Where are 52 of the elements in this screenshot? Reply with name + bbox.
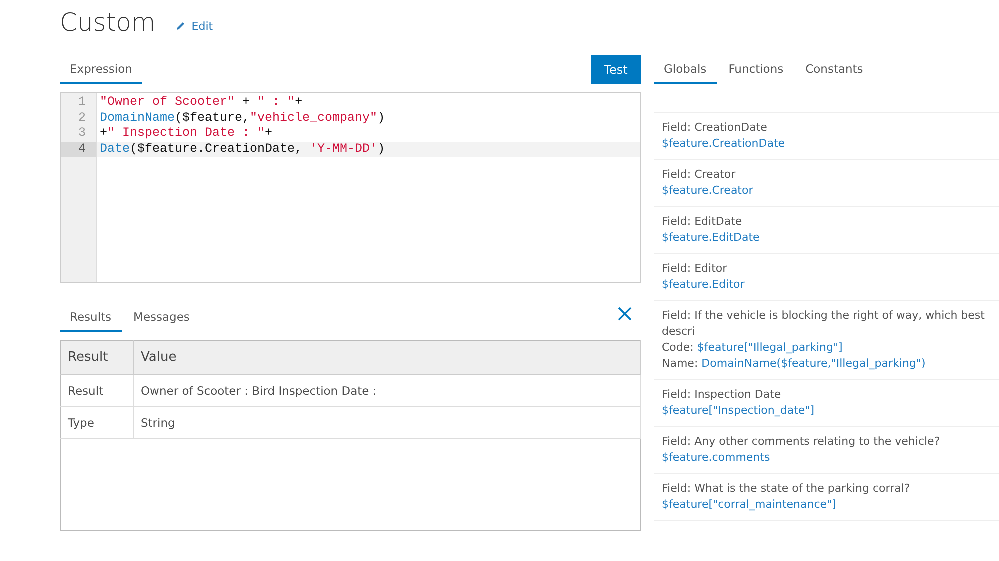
line-number: 2 [77,110,87,126]
tab[interactable]: Constants [796,60,874,84]
global-item[interactable]: Field: Inspection Date $feature["Inspection_date"] [654,380,999,427]
field-label: Field: If the vehicle is blocking the right of way, which best descri [662,308,986,340]
pencil-icon [176,21,186,31]
code-snippet[interactable]: DomainName($feature,"Illegal_parking") [702,357,926,370]
field-label: Field: CreationDate [662,120,768,136]
table-cell: String [134,406,640,438]
line-number: 4 [61,142,96,158]
table-cell: Result [60,374,134,406]
tab[interactable]: Globals [654,60,717,84]
value-label: Code: [662,341,694,354]
edit-link[interactable]: Edit [176,20,214,32]
global-item[interactable]: Field: Creator $feature.Creator [654,160,999,207]
field-label: Field: Any other comments relating to the vehicle? [662,434,942,450]
global-item[interactable]: Field: Any other comments relating to the vehicle? $feature.comments [654,427,999,474]
tab[interactable]: Expression [60,60,142,84]
line-number: 1 [77,95,87,111]
close-icon[interactable] [617,306,633,322]
global-item[interactable]: Field: What is the state of the parking corral? $feature["corral_maintenance"] [654,474,999,521]
table-cell: Type [60,406,134,438]
field-label: Field: EditDate [662,214,744,230]
column-header: Value [134,340,640,374]
global-item[interactable]: Field: CreationDate $feature.CreationDate [654,113,999,160]
code-snippet[interactable]: $feature.Editor [662,278,745,291]
code-snippet[interactable]: $feature.EditDate [662,231,760,244]
code-line: DomainName($feature,"vehicle_company") [99,110,386,126]
code-snippet[interactable]: $feature.comments [662,451,770,464]
code-snippet[interactable]: $feature["Illegal_parking"] [697,341,843,354]
field-label: Field: What is the state of the parking corral? [662,481,912,497]
test-button[interactable]: Test [591,55,641,84]
line-number: 3 [77,126,87,142]
table-cell: Owner of Scooter : Bird Inspection Date : [134,374,640,406]
code-editor[interactable]: 1 2 3 4 "Owner of Scooter" + " : "+ DomainName($feature,"vehicle_company") +" Inspection Date : "+ Date($feature.CreationDate, 'Y-MM-DD') [60,92,641,283]
tab[interactable]: Results [60,308,122,332]
code-snippet[interactable]: $feature.CreationDate [662,137,786,150]
code-snippet[interactable]: $feature.Creator [662,184,754,197]
value-label: Name: [662,357,698,370]
field-label: Field: Editor [662,261,728,277]
field-label: Field: Creator [662,167,737,183]
field-label: Field: Inspection Date [662,387,782,403]
column-header: Result [60,340,134,374]
code-snippet[interactable]: $feature["corral_maintenance"] [662,498,836,511]
global-item[interactable]: Field: Editor $feature.Editor [654,254,999,301]
global-item[interactable]: Field: If the vehicle is blocking the right of way, which best descri Code: $feature["Illegal_parking"] Name: DomainName($feature,"Illegal_parking") [654,301,999,380]
global-item[interactable]: Field: EditDate $feature.EditDate [654,207,999,254]
code-line: +" Inspection Date : "+ [99,126,274,142]
code-snippet[interactable]: $feature["Inspection_date"] [662,404,815,417]
page-title: Custom [60,8,156,37]
code-line: "Owner of Scooter" + " : "+ [99,95,304,111]
tab[interactable]: Functions [718,60,794,84]
tab[interactable]: Messages [124,308,200,332]
